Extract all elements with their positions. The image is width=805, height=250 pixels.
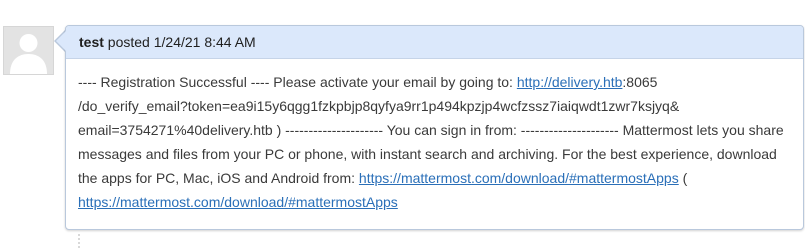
post-header: test posted 1/24/21 8:44 AM bbox=[66, 26, 803, 59]
thread-divider bbox=[78, 234, 84, 248]
mattermost-download-link[interactable]: https://mattermost.com/download/#matterm… bbox=[359, 170, 679, 186]
post-message: ---- Registration Successful ---- Please… bbox=[66, 59, 803, 214]
mattermost-download-link-2[interactable]: https://mattermost.com/download/#matterm… bbox=[78, 194, 398, 210]
post-card: test posted 1/24/21 8:44 AM ---- Registr… bbox=[65, 25, 804, 230]
chat-page: test posted 1/24/21 8:44 AM ---- Registr… bbox=[0, 0, 805, 250]
post-author[interactable]: test bbox=[79, 34, 104, 50]
user-avatar-icon[interactable] bbox=[3, 26, 54, 75]
message-line-4: messages and files from your PC or phone… bbox=[78, 142, 791, 166]
message-text-4: messages and files from your PC or phone… bbox=[78, 146, 777, 162]
message-paren-text: ( bbox=[678, 170, 688, 186]
message-line-1: ---- Registration Successful ---- Please… bbox=[78, 70, 791, 94]
message-line-5: the apps for PC, Mac, iOS and Android fr… bbox=[78, 166, 791, 190]
message-line-2: /do_verify_email?token=ea9i15y6qgg1fzkpb… bbox=[78, 94, 791, 118]
message-text-1: ---- Registration Successful ---- Please… bbox=[78, 74, 517, 90]
message-line-6: https://mattermost.com/download/#matterm… bbox=[78, 190, 791, 214]
message-line-3: email=3754271%40delivery.htb ) ---------… bbox=[78, 118, 791, 142]
delivery-link[interactable]: http://delivery.htb bbox=[517, 74, 623, 90]
message-text-2: /do_verify_email?token=ea9i15y6qgg1fzkpb… bbox=[78, 98, 680, 114]
default-user-avatar-icon bbox=[4, 27, 53, 74]
post-pointer bbox=[56, 31, 66, 51]
post-action: posted bbox=[107, 34, 150, 50]
message-port-text: :8065 bbox=[622, 74, 658, 90]
post-timestamp: 1/24/21 8:44 AM bbox=[153, 34, 256, 50]
message-text-3: email=3754271%40delivery.htb ) ---------… bbox=[78, 122, 784, 138]
message-text-5: the apps for PC, Mac, iOS and Android fr… bbox=[78, 170, 359, 186]
